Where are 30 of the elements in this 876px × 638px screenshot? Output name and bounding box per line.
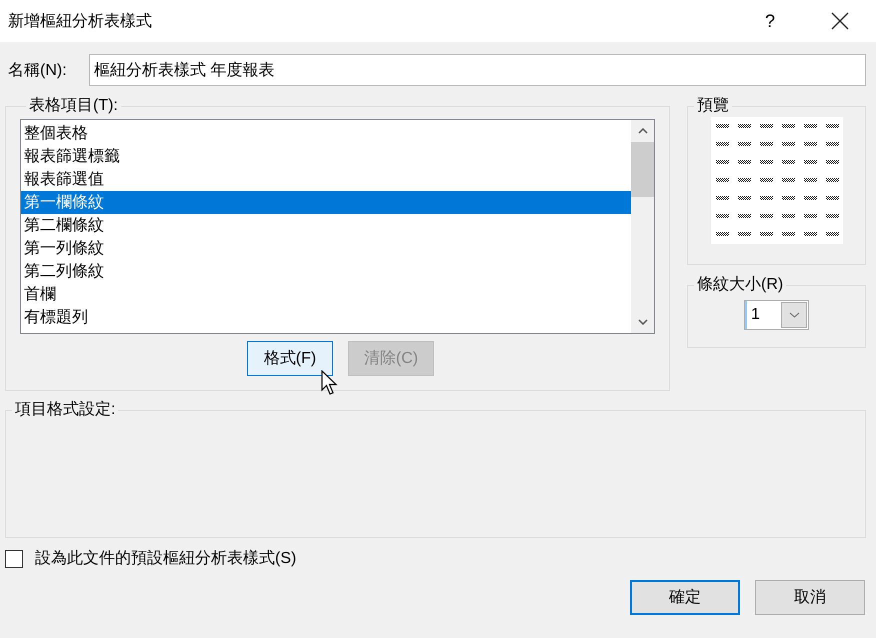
group-label: 條紋大小(R) [696,276,784,294]
name-field[interactable]: 樞紐分析表樣式 年度報表 [89,54,866,86]
stripe-size-dropdown[interactable]: 1 [744,300,809,330]
checkbox[interactable] [5,550,23,568]
list-item[interactable]: 有標題列 [21,306,631,329]
chevron-down-icon[interactable] [788,312,800,318]
list-item[interactable]: 第二欄條紋 [21,214,631,237]
group-label: 項目格式設定: [14,401,116,419]
list-item[interactable]: 報表篩選標籤 [21,145,631,168]
window-title: 新增樞紐分析表樣式 [8,12,153,32]
scroll-down-icon[interactable] [638,319,648,325]
group-label: 表格項目(T): [28,97,119,115]
help-button[interactable]: ? [764,10,775,32]
dialog-button[interactable]: 取消 [755,580,865,615]
close-icon[interactable] [831,12,849,30]
scroll-up-icon[interactable] [638,128,648,134]
scrollbar-thumb[interactable] [631,142,654,197]
scrollbar[interactable] [631,120,654,333]
group-label: 預覽 [696,97,730,115]
checkbox-label[interactable]: 設為此文件的預設樞紐分析表樣式(S) [35,548,296,569]
list-item[interactable]: 第一欄條紋 [21,191,631,214]
list-item[interactable]: 報表篩選值 [21,168,631,191]
mouse-pointer-icon [321,370,339,396]
list-item[interactable]: 整個表格 [21,122,631,145]
name-label: 名稱(N): [7,60,68,80]
list-item[interactable]: 第二列條紋 [21,260,631,283]
dialog-button[interactable]: 確定 [630,580,740,615]
list-item[interactable]: 第一列條紋 [21,237,631,260]
dialog-button[interactable]: 格式(F) [247,341,333,376]
list-item[interactable]: 首欄 [21,283,631,306]
